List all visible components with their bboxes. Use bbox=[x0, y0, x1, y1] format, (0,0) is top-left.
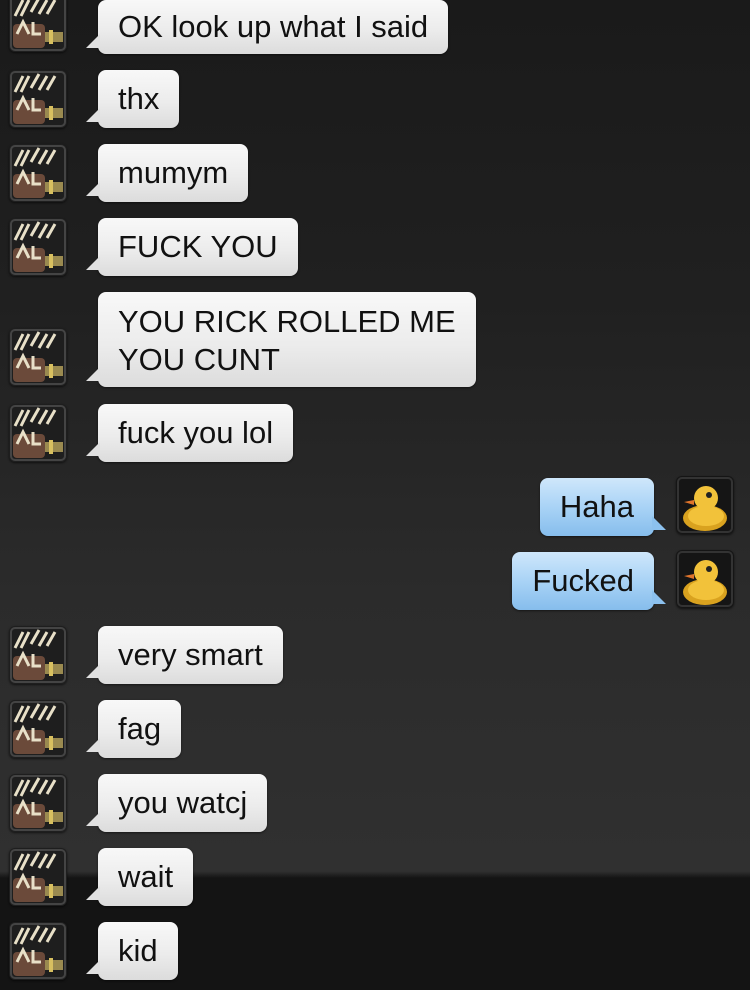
message-text: Haha bbox=[559, 489, 634, 524]
message-text: thx bbox=[118, 81, 160, 116]
speedy-me-avatar-icon[interactable] bbox=[9, 700, 67, 758]
message-bubble[interactable]: Haha bbox=[539, 478, 667, 536]
speedy-me-avatar-icon[interactable] bbox=[9, 218, 67, 276]
message-text-line: YOU CUNT bbox=[118, 342, 280, 377]
message-bubble[interactable]: you watcj bbox=[85, 774, 268, 832]
message-text: Fucked bbox=[532, 563, 634, 598]
message-bubble[interactable]: kid bbox=[86, 922, 178, 980]
message-bubble[interactable]: fuck you lol bbox=[85, 404, 294, 462]
message-bubble[interactable]: YOU RICK ROLLED ME YOU CUNT bbox=[86, 292, 476, 387]
message-bubble[interactable]: thx bbox=[85, 70, 180, 128]
speedy-me-avatar-icon[interactable] bbox=[9, 626, 67, 684]
message-text: very smart bbox=[118, 637, 263, 672]
speedy-me-avatar-icon[interactable] bbox=[9, 144, 67, 202]
speedy-me-avatar-icon[interactable] bbox=[9, 848, 67, 906]
message-bubble[interactable]: OK look up what I said bbox=[85, 0, 449, 54]
message-text: wait bbox=[118, 859, 174, 894]
rubber-duck-avatar-icon[interactable] bbox=[676, 550, 734, 608]
speedy-me-avatar-icon[interactable] bbox=[9, 922, 67, 980]
rubber-duck-avatar-icon[interactable] bbox=[676, 476, 734, 534]
message-bubble[interactable]: FUCK YOU bbox=[86, 218, 298, 276]
message-text: fuck you lol bbox=[118, 415, 274, 450]
message-text: kid bbox=[118, 933, 158, 968]
speedy-me-avatar-icon[interactable] bbox=[9, 774, 67, 832]
message-bubble[interactable]: very smart bbox=[86, 626, 283, 684]
message-bubble[interactable]: fag bbox=[85, 700, 182, 758]
message-text-line: YOU RICK ROLLED ME bbox=[118, 304, 456, 339]
speedy-me-avatar-icon[interactable] bbox=[9, 0, 67, 52]
chat-transcript: OK look up what I said thx mumym FUCK YO… bbox=[0, 0, 750, 990]
message-bubble[interactable]: Fucked bbox=[512, 552, 666, 610]
message-text: OK look up what I said bbox=[118, 9, 429, 44]
message-text: fag bbox=[118, 711, 162, 746]
speedy-me-avatar-icon[interactable] bbox=[9, 404, 67, 462]
message-text: FUCK YOU bbox=[118, 229, 278, 264]
message-bubble[interactable]: mumym bbox=[85, 144, 249, 202]
speedy-me-avatar-icon[interactable] bbox=[9, 328, 67, 386]
message-bubble[interactable]: wait bbox=[85, 848, 194, 906]
speedy-me-avatar-icon[interactable] bbox=[9, 70, 67, 128]
message-text: mumym bbox=[118, 155, 229, 190]
message-text: you watcj bbox=[118, 785, 248, 820]
